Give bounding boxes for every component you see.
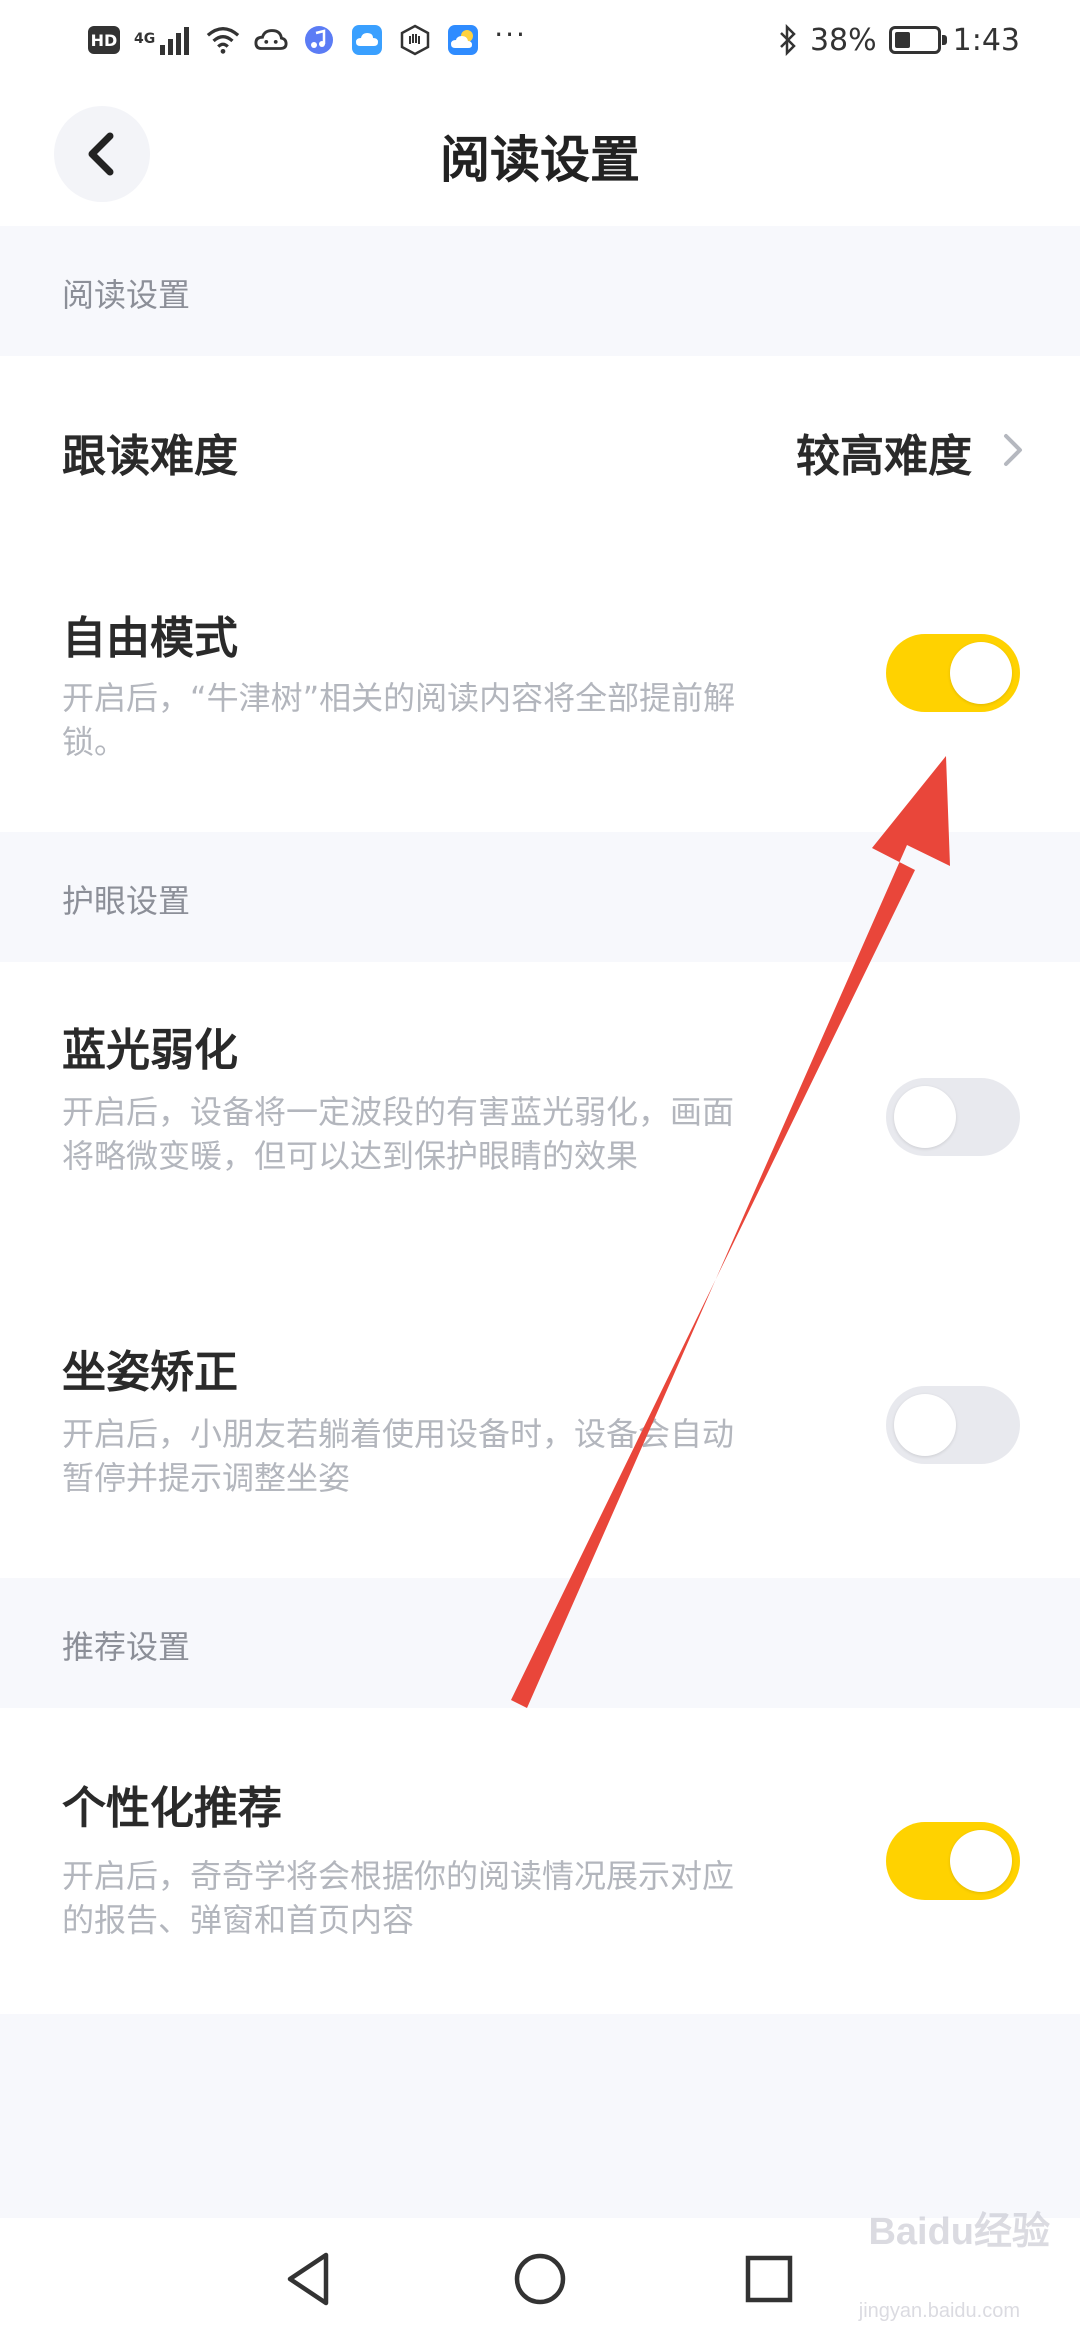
battery-icon — [888, 26, 947, 54]
section-label: 阅读设置 — [62, 276, 191, 314]
clock: 1:43 — [952, 22, 1020, 58]
toggle-knob — [950, 1830, 1012, 1892]
toggle-knob — [950, 642, 1012, 704]
section-card-eye-care: 蓝光弱化 开启后，设备将一定波段的有害蓝光弱化，画面将略微变暖，但可以达到保护眼… — [0, 962, 1080, 1578]
app-header: 阅读设置 — [0, 80, 1080, 226]
personalized-toggle[interactable] — [886, 1822, 1020, 1900]
section-label: 推荐设置 — [62, 1628, 191, 1666]
blue-light-title: 蓝光弱化 — [62, 1025, 238, 1076]
watermark-url: jingyan.baidu.com — [858, 2300, 1020, 2322]
nav-home-button[interactable] — [507, 2246, 573, 2312]
section-label: 护眼设置 — [62, 882, 191, 920]
watermark-logo: Baidu经验 — [868, 2211, 1050, 2253]
section-card-recommend: 个性化推荐 开启后，奇奇学将会根据你的阅读情况展示对应的报告、弹窗和首页内容 — [0, 1708, 1080, 2014]
nav-recents-button[interactable] — [736, 2246, 802, 2312]
row-personalized: 个性化推荐 开启后，奇奇学将会根据你的阅读情况展示对应的报告、弹窗和首页内容 — [0, 1708, 1080, 2014]
triangle-back-icon — [287, 2252, 329, 2306]
circle-home-icon — [514, 2253, 566, 2305]
row-posture: 坐姿矫正 开启后，小朋友若躺着使用设备时，设备会自动暂停并提示调整坐姿 — [0, 1286, 1080, 1578]
toggle-knob — [894, 1394, 956, 1456]
section-header-recommend: 推荐设置 — [0, 1578, 1080, 1708]
nav-back-button[interactable] — [276, 2246, 342, 2312]
signal-icon: 4G — [134, 25, 192, 55]
weather-icon — [446, 23, 480, 57]
square-recents-icon — [745, 2255, 793, 2303]
chevron-right-icon — [1004, 434, 1022, 466]
status-bar: HD 4G ··· 38% 1:43 — [0, 0, 1080, 80]
free-mode-toggle[interactable] — [886, 634, 1020, 712]
status-right: 38% 1:43 — [778, 18, 1020, 62]
music-icon — [302, 23, 336, 57]
toggle-knob — [894, 1086, 956, 1148]
section-card-reading: 跟读难度 较高难度 自由模式 开启后，“牛津树”相关的阅读内容将全部提前解锁。 — [0, 356, 1080, 832]
personalized-desc: 开启后，奇奇学将会根据你的阅读情况展示对应的报告、弹窗和首页内容 — [62, 1857, 735, 1939]
battery-level — [894, 32, 910, 48]
posture-title: 坐姿矫正 — [62, 1347, 238, 1398]
hand-icon — [398, 23, 432, 57]
status-left: HD 4G ··· — [88, 18, 527, 62]
cloud-icon — [254, 23, 288, 57]
posture-desc: 开启后，小朋友若躺着使用设备时，设备会自动暂停并提示调整坐姿 — [62, 1415, 735, 1497]
hd-icon: HD — [88, 26, 120, 54]
section-header-reading: 阅读设置 — [0, 226, 1080, 356]
network-type: 4G — [134, 31, 156, 47]
blue-light-desc: 开启后，设备将一定波段的有害蓝光弱化，画面将略微变暖，但可以达到保护眼睛的效果 — [62, 1093, 735, 1175]
blue-light-toggle[interactable] — [886, 1078, 1020, 1156]
difficulty-title: 跟读难度 — [62, 431, 238, 482]
free-mode-desc: 开启后，“牛津树”相关的阅读内容将全部提前解锁。 — [62, 679, 736, 761]
wifi-icon — [206, 23, 240, 57]
cloud-drive-icon — [350, 23, 384, 57]
free-mode-title: 自由模式 — [62, 613, 238, 664]
difficulty-value: 较高难度 — [796, 431, 972, 482]
more-notifications: ··· — [494, 17, 527, 51]
row-free-mode: 自由模式 开启后，“牛津树”相关的阅读内容将全部提前解锁。 — [0, 542, 1080, 832]
row-blue-light: 蓝光弱化 开启后，设备将一定波段的有害蓝光弱化，画面将略微变暖，但可以达到保护眼… — [0, 962, 1080, 1286]
personalized-title: 个性化推荐 — [62, 1783, 282, 1834]
bluetooth-icon — [778, 24, 798, 56]
row-difficulty[interactable]: 跟读难度 较高难度 — [0, 356, 1080, 542]
battery-percent: 38% — [809, 22, 877, 58]
posture-toggle[interactable] — [886, 1386, 1020, 1464]
page-title: 阅读设置 — [440, 131, 640, 189]
section-header-eye-care: 护眼设置 — [0, 832, 1080, 962]
